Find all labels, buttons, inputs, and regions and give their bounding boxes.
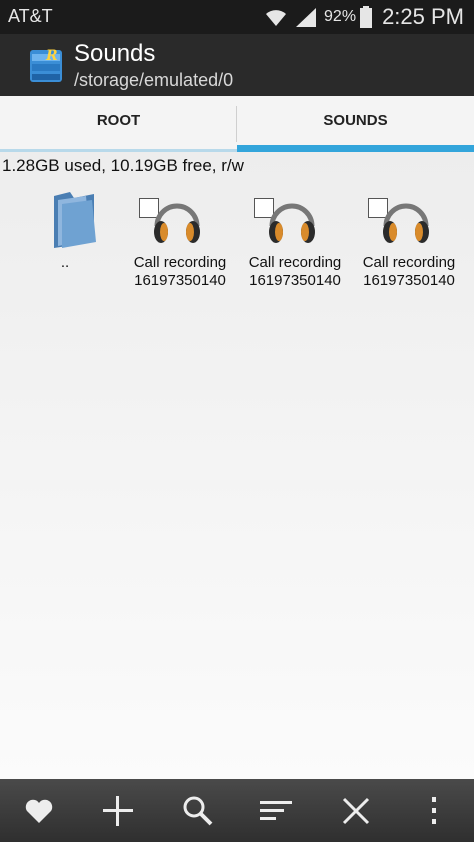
file-list-area: 1.28GB used, 10.19GB free, r/w .. Call r… [0, 152, 474, 779]
storage-info: 1.28GB used, 10.19GB free, r/w [2, 156, 244, 175]
headphones-icon [383, 203, 429, 243]
overflow-menu-button[interactable] [416, 793, 452, 829]
file-item[interactable]: Call recording 16197350140 [240, 188, 350, 298]
tab-sounds-label: SOUNDS [323, 112, 388, 129]
root-explorer-app-icon[interactable]: R [28, 44, 64, 84]
wifi-icon [266, 10, 287, 26]
file-name-line2: 16197350140 [134, 272, 226, 289]
file-name-line1: Call recording [248, 254, 342, 271]
clock: 2:25 PM [382, 4, 464, 29]
file-name: .. [60, 254, 70, 271]
file-name-line1: Call recording [362, 254, 456, 271]
heart-icon [25, 799, 53, 823]
status-icons: 92% 2:25 PM [264, 3, 464, 31]
app-bar: R Sounds /storage/emulated/0 [0, 34, 474, 96]
parent-folder-item[interactable]: .. [10, 188, 120, 298]
headphones-icon [269, 203, 315, 243]
bottom-toolbar [0, 779, 474, 842]
sort-icon [260, 801, 292, 820]
sort-button[interactable] [258, 793, 294, 829]
svg-text:R: R [45, 48, 58, 64]
bookmarks-button[interactable] [21, 793, 57, 829]
carrier-label: AT&T [8, 6, 53, 26]
tab-sounds[interactable]: SOUNDS [237, 96, 474, 152]
file-item[interactable]: Call recording 16197350140 [125, 188, 235, 298]
add-button[interactable] [100, 793, 136, 829]
tab-sounds-indicator [237, 145, 474, 152]
close-icon [342, 797, 370, 825]
file-item[interactable]: Call recording 16197350140 [354, 188, 464, 298]
app-title: Sounds [74, 40, 156, 67]
plus-icon [103, 796, 133, 826]
headphones-icon [154, 203, 200, 243]
file-name-line2: 16197350140 [363, 272, 455, 289]
overflow-menu-icon [432, 797, 436, 824]
tab-root-label: ROOT [96, 112, 141, 129]
search-icon [183, 796, 213, 826]
search-button[interactable] [180, 793, 216, 829]
file-name-line1: Call recording [133, 254, 227, 271]
battery-icon [360, 6, 373, 28]
tab-bar: ROOT SOUNDS [0, 96, 474, 153]
file-name-line2: 16197350140 [249, 272, 341, 289]
folder-icon [54, 192, 96, 248]
tab-root[interactable]: ROOT [0, 96, 237, 152]
close-button[interactable] [338, 793, 374, 829]
battery-percent: 92% [324, 8, 357, 25]
status-bar: AT&T 92% 2:25 PM [0, 0, 474, 34]
current-path: /storage/emulated/0 [74, 70, 234, 90]
signal-icon [296, 8, 317, 27]
